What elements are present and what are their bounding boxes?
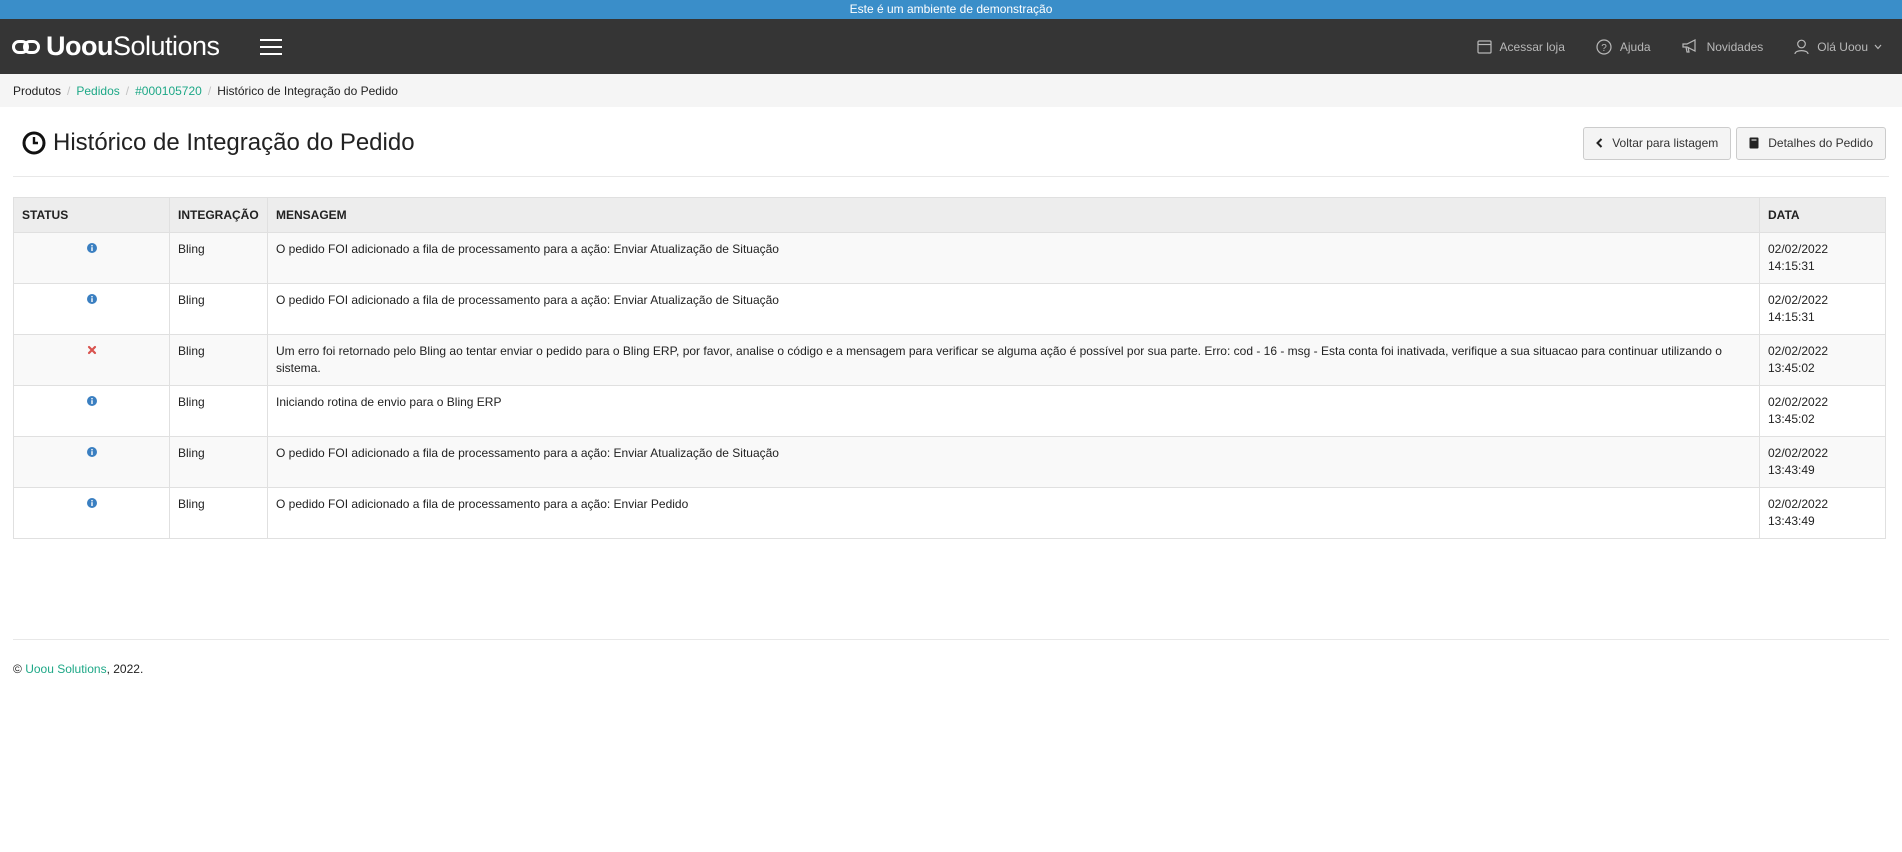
order-details-label: Detalhes do Pedido — [1768, 136, 1873, 150]
time-value: 14:15:31 — [1768, 259, 1815, 273]
nav-news-link[interactable]: Novidades — [1681, 39, 1764, 54]
date-value: 02/02/2022 — [1768, 446, 1829, 460]
user-menu-label: Olá Uoou — [1817, 39, 1868, 54]
message-cell: O pedido FOI adicionado a fila de proces… — [267, 487, 1760, 539]
date-value: 02/02/2022 — [1768, 497, 1829, 511]
order-details-button[interactable]: Detalhes do Pedido — [1736, 126, 1886, 160]
chevron-down-icon — [1874, 44, 1882, 49]
message-cell: O pedido FOI adicionado a fila de proces… — [267, 232, 1760, 284]
divider — [13, 176, 1889, 177]
status-cell — [13, 487, 170, 539]
info-icon — [86, 294, 97, 304]
table-row: Bling Iniciando rotina de envio para o Bl… — [13, 385, 1886, 437]
message-cell: O pedido FOI adicionado a fila de proces… — [267, 283, 1760, 335]
nav-store-link[interactable]: Acessar loja — [1476, 39, 1565, 54]
book-icon — [1749, 137, 1759, 149]
nav-news-label: Novidades — [1706, 39, 1764, 54]
footer-year: , 2022. — [106, 662, 144, 676]
integration-history-table: STATUS INTEGRAÇÃO MENSAGEM DATA Bling O p… — [13, 197, 1886, 539]
footer-copyright: © — [13, 662, 26, 676]
page-title: Histórico de Integração do Pedido — [22, 129, 415, 157]
megaphone-icon — [1681, 39, 1696, 53]
column-status: STATUS — [13, 197, 170, 233]
table-row: Bling O pedido FOI adicionado a fila de p… — [13, 436, 1886, 488]
column-date: DATA — [1759, 197, 1886, 233]
page-header: Histórico de Integração do Pedido Voltar… — [22, 123, 1886, 163]
integration-cell: Bling — [169, 334, 268, 386]
status-cell — [13, 283, 170, 335]
status-cell — [13, 385, 170, 437]
logo-text-bold: Uoou — [46, 31, 113, 61]
date-cell: 02/02/2022 13:43:49 — [1759, 436, 1886, 488]
date-cell: 02/02/2022 14:15:31 — [1759, 232, 1886, 284]
back-to-list-label: Voltar para listagem — [1612, 136, 1719, 150]
status-cell — [13, 436, 170, 488]
logo-text-light: Solutions — [112, 31, 220, 61]
page-title-text: Histórico de Integração do Pedido — [53, 129, 415, 156]
help-icon: ? — [1596, 38, 1612, 55]
status-cell — [13, 232, 170, 284]
user-icon — [1794, 39, 1809, 54]
logo-icon — [12, 39, 42, 55]
integration-cell: Bling — [169, 487, 268, 539]
nav-store-label: Acessar loja — [1499, 39, 1565, 54]
status-cell — [13, 334, 170, 386]
time-value: 13:43:49 — [1768, 514, 1815, 528]
integration-cell: Bling — [169, 283, 268, 335]
time-value: 14:15:31 — [1768, 310, 1815, 324]
date-value: 02/02/2022 — [1768, 293, 1829, 307]
date-cell: 02/02/2022 13:45:02 — [1759, 385, 1886, 437]
time-value: 13:45:02 — [1768, 412, 1815, 426]
header-actions: Voltar para listagem Detalhes do Pedido — [1583, 126, 1886, 160]
clock-icon — [22, 131, 46, 155]
table-header-row: STATUS INTEGRAÇÃO MENSAGEM DATA — [13, 197, 1886, 233]
footer-company-link[interactable]: Uoou Solutions — [25, 662, 106, 676]
date-value: 02/02/2022 — [1768, 344, 1829, 358]
chevron-left-icon — [1596, 138, 1603, 148]
table-row: Bling Um erro foi retornado pelo Bling ao… — [13, 334, 1886, 386]
column-integration: INTEGRAÇÃO — [169, 197, 268, 233]
column-message: MENSAGEM — [267, 197, 1760, 233]
integration-cell: Bling — [169, 436, 268, 488]
date-cell: 02/02/2022 13:45:02 — [1759, 334, 1886, 386]
date-value: 02/02/2022 — [1768, 242, 1829, 256]
integration-cell: Bling — [169, 232, 268, 284]
footer: © Uoou Solutions, 2022. — [13, 662, 143, 676]
menu-toggle-icon[interactable] — [259, 38, 282, 55]
info-icon — [86, 498, 97, 508]
info-icon — [86, 243, 97, 253]
table-row: Bling O pedido FOI adicionado a fila de p… — [13, 487, 1886, 539]
footer-divider — [13, 639, 1889, 640]
info-icon — [86, 447, 97, 457]
breadcrumb-orders[interactable]: Pedidos — [76, 84, 119, 98]
message-cell: Iniciando rotina de envio para o Bling E… — [267, 385, 1760, 437]
breadcrumb-current: Histórico de Integração do Pedido — [217, 83, 398, 98]
breadcrumb: Produtos / Pedidos / #000105720 / Histór… — [0, 74, 1902, 107]
top-nav: Acessar loja ? Ajuda Novidades Olá Uoou — [1446, 19, 1890, 74]
integration-cell: Bling — [169, 385, 268, 437]
demo-environment-banner: Este é um ambiente de demonstração — [0, 0, 1902, 19]
nav-help-label: Ajuda — [1619, 39, 1651, 54]
logo[interactable]: Uoou Solutions — [12, 31, 220, 62]
breadcrumb-products[interactable]: Produtos — [13, 84, 61, 98]
top-navbar: Uoou Solutions Acessar loja ? Ajuda Novid… — [0, 19, 1902, 74]
info-icon — [86, 396, 97, 406]
back-to-list-button[interactable]: Voltar para listagem — [1583, 126, 1732, 160]
table-row: Bling O pedido FOI adicionado a fila de p… — [13, 283, 1886, 335]
nav-help-link[interactable]: ? Ajuda — [1596, 38, 1651, 55]
message-cell: O pedido FOI adicionado a fila de proces… — [267, 436, 1760, 488]
user-menu[interactable]: Olá Uoou — [1794, 39, 1890, 55]
time-value: 13:43:49 — [1768, 463, 1815, 477]
table-row: Bling O pedido FOI adicionado a fila de p… — [13, 232, 1886, 284]
time-value: 13:45:02 — [1768, 361, 1815, 375]
error-icon — [87, 345, 96, 355]
svg-text:?: ? — [1601, 43, 1607, 54]
breadcrumb-order-number[interactable]: #000105720 — [135, 84, 202, 98]
store-icon — [1476, 39, 1492, 54]
date-value: 02/02/2022 — [1768, 395, 1829, 409]
date-cell: 02/02/2022 13:43:49 — [1759, 487, 1886, 539]
date-cell: 02/02/2022 14:15:31 — [1759, 283, 1886, 335]
message-cell: Um erro foi retornado pelo Bling ao tent… — [267, 334, 1760, 386]
